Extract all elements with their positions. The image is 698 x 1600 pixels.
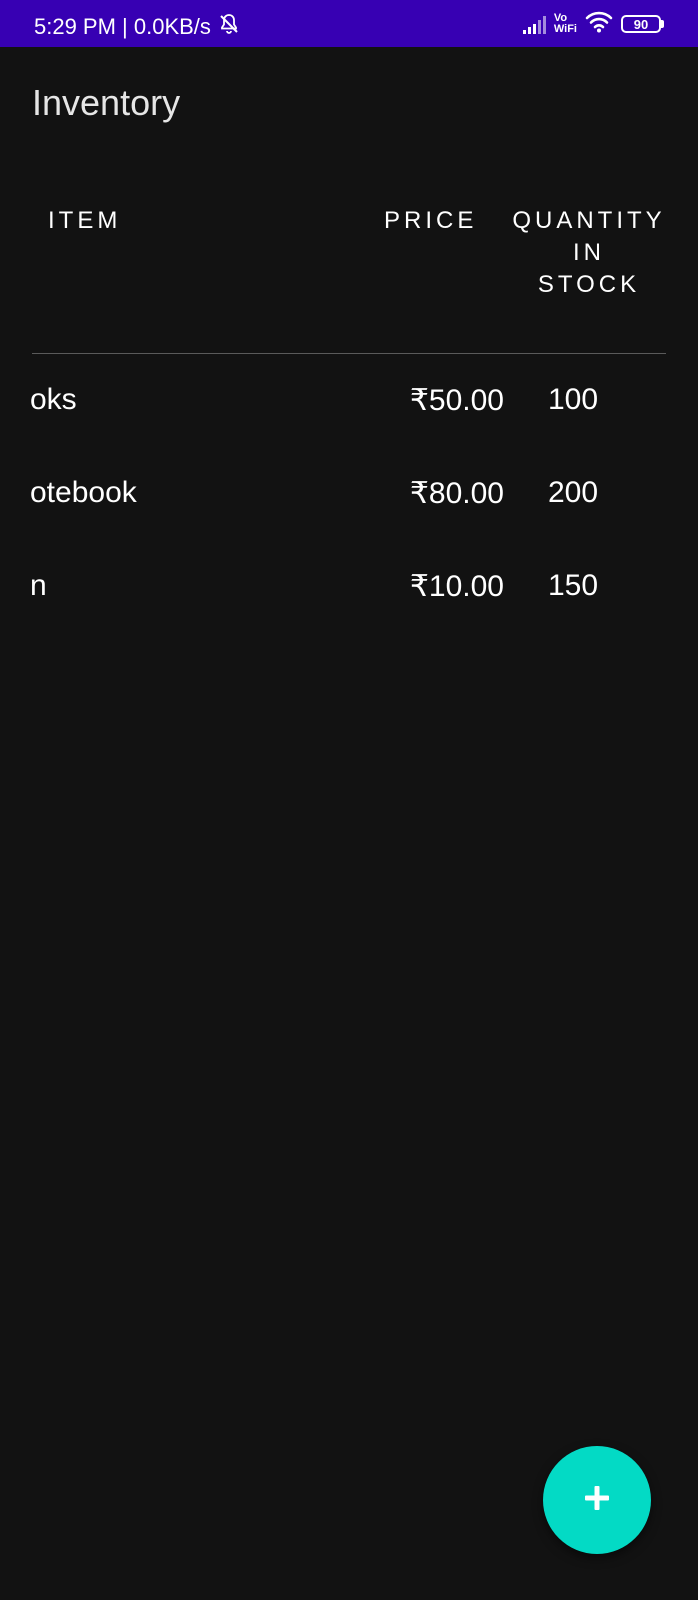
wifi-icon [585,11,613,38]
column-header-price[interactable]: PRICE [384,205,477,237]
row-quantity: 100 [548,383,599,416]
row-item-name: otebook [0,476,350,510]
row-price: ₹80.00 [409,477,504,510]
row-price: ₹50.00 [409,384,504,417]
table-row[interactable]: otebook ₹80.00 200 [0,447,698,540]
muted-bell-icon [217,12,241,42]
row-quantity: 150 [548,569,599,602]
status-right: Vo WiFi 90 [522,10,664,38]
status-left: 5:29 PM | 0.0KB/s [34,12,241,42]
row-quantity: 200 [548,476,599,509]
column-header-item[interactable]: ITEM [48,205,121,237]
row-item-name-text: n [30,569,47,602]
add-item-button[interactable] [543,1446,651,1554]
row-item-name-text: otebook [30,476,137,509]
vowifi-bottom: WiFi [553,23,577,35]
row-price: ₹10.00 [409,570,504,603]
status-bar: 5:29 PM | 0.0KB/s Vo WiFi 90 [0,0,698,47]
battery-level: 90 [621,15,661,33]
row-item-name: oks [0,383,350,417]
vowifi-icon: Vo WiFi [554,13,577,35]
table-header: ITEM PRICE QUANTITY IN STOCK [32,205,666,354]
battery-icon: 90 [621,15,664,33]
row-item-name-text: oks [30,383,77,416]
table-body: oks ₹50.00 100 otebook ₹80.00 200 n ₹10.… [0,354,698,633]
table-row[interactable]: oks ₹50.00 100 [0,354,698,447]
status-time-speed: 5:29 PM | 0.0KB/s [34,14,211,39]
table-row[interactable]: n ₹10.00 150 [0,540,698,633]
signal-icon [522,14,546,34]
page-title: Inventory [32,82,181,123]
row-item-name: n [0,569,350,603]
column-header-quantity[interactable]: QUANTITY IN STOCK [504,205,674,301]
plus-icon [582,1483,612,1518]
